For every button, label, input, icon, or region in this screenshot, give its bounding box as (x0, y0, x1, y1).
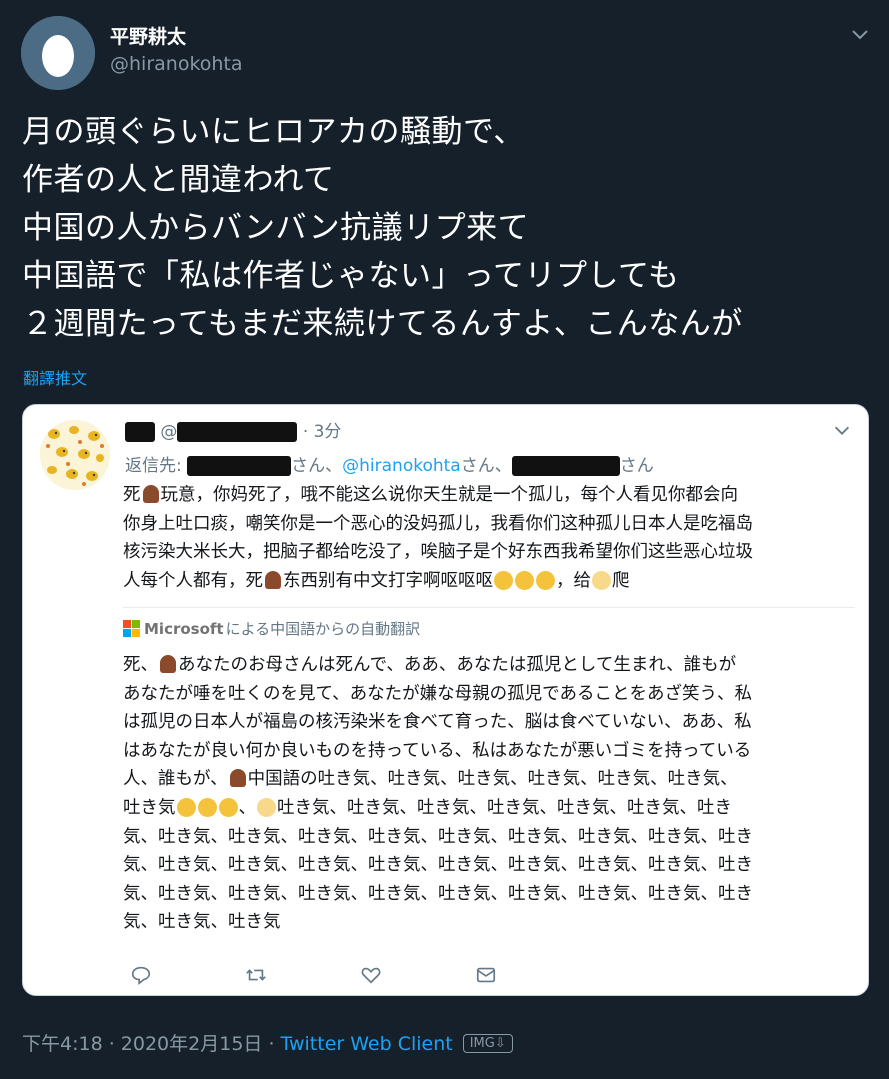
redacted-mention (187, 456, 292, 476)
reply-icon[interactable] (130, 964, 152, 986)
translation-text: 人、誰もが、 (123, 769, 228, 790)
translation-text: はあなたが良い何か良いものを持っている、私はあなたが悪いゴミを持っている (123, 740, 752, 761)
tweet-text: 月の頭ぐらいにヒロアカの騒動で、 作者の人と間違われて 中国の人からバンバン抗議… (22, 108, 872, 348)
horse-emoji (229, 769, 246, 788)
mention-link[interactable]: @hiranokohta (342, 456, 461, 476)
body-text: 爬 (612, 570, 630, 591)
body-text: 人每个人都有，死 (123, 570, 263, 591)
body-text: 死 (123, 485, 141, 505)
translation-text: 中国語の吐き気、吐き気、吐き気、吐き気、吐き気、吐き気、 (247, 769, 738, 790)
redacted-name (125, 422, 155, 442)
tired-face-emoji (218, 797, 238, 817)
translation-text: あなたが唾を吐くのを見て、あなたが嫌な母親の孤児であることをあざ笑う、私 (123, 683, 752, 704)
tweet-line: 中国の人からバンバン抗議リプ来て (22, 210, 530, 246)
microsoft-logo-icon (123, 620, 140, 637)
translation-label: による中国語からの自動翻訳 (225, 620, 421, 638)
client-link[interactable]: Twitter Web Client (281, 1033, 453, 1055)
translate-tweet-link[interactable]: 翻譯推文 (23, 365, 87, 389)
dm-icon[interactable] (475, 964, 497, 986)
duck-pattern-avatar-icon (40, 420, 110, 490)
translation-text: 気、吐き気、吐き気 (123, 912, 281, 933)
translation-text: 気、吐き気、吐き気、吐き気、吐き気、吐き気、吐き気、吐き気、吐き気、吐き (123, 883, 753, 904)
translation-text: あなたのお母さんは死んで、ああ、あなたは孤児として生まれ、誰もが (178, 655, 737, 675)
translation-attribution: Microsoft による中国語からの自動翻訳 (123, 618, 420, 639)
body-text: 你身上吐口痰，嘲笑你是一个恶心的没妈孤儿，我看你们这种孤儿日本人是吃福岛 (123, 513, 753, 534)
translation-text: は孤児の日本人が福島の核汚染米を食べて育った、脳は食べていない、ああ、私 (123, 712, 752, 733)
translation-text: 気、吐き気、吐き気、吐き気、吐き気、吐き気、吐き気、吐き気、吐き気、吐き (123, 855, 753, 876)
tired-face-emoji (536, 570, 555, 590)
tired-face-emoji (197, 797, 217, 817)
body-text: 东西别有中文打字啊呕呕呕 (283, 570, 493, 591)
author-display-name[interactable]: 平野耕太 (110, 22, 186, 49)
egg-avatar-icon (21, 16, 95, 90)
body-text: 玩意，你妈死了，哦不能这么说你天生就是一个孤儿，每个人看见你都会向 (160, 485, 739, 505)
tired-face-emoji (176, 797, 196, 817)
pleading-face-emoji (257, 797, 276, 817)
horse-emoji (160, 655, 176, 673)
pleading-face-emoji (592, 570, 611, 590)
quoted-time[interactable]: · 3分 (303, 422, 342, 442)
horse-emoji (265, 570, 281, 589)
timestamp[interactable]: 下午4:18 · 2020年2月15日 · (22, 1033, 281, 1055)
san-suffix: さん、 (460, 456, 512, 476)
translation-text: 吐き気、吐き気、吐き気、吐き気、吐き気、吐き気、吐き (277, 797, 732, 818)
redacted-mention (511, 456, 620, 476)
tweet-line: 月の頭ぐらいにヒロアカの騒動で、 (22, 114, 525, 150)
tired-face-emoji (494, 570, 513, 590)
quoted-body: 死玩意，你妈死了，哦不能这么说你天生就是一个孤儿，每个人看见你都会向 你身上吐口… (123, 481, 858, 595)
translation-text: 吐き気 (123, 797, 176, 818)
translation-brand: Microsoft (144, 620, 224, 638)
quoted-action-bar (23, 964, 868, 990)
chevron-down-icon[interactable] (831, 419, 853, 441)
horse-emoji (142, 485, 159, 503)
tweet-footer: 下午4:18 · 2020年2月15日 · Twitter Web Client… (22, 1029, 513, 1056)
translation-body: 死、 あなたのお母さんは死んで、ああ、あなたは孤児として生まれ、誰もが あなたが唾… (123, 651, 863, 937)
body-text: ，给 (556, 570, 591, 591)
san-suffix: さん (619, 456, 654, 476)
body-text: 核污染大米长大，把脑子都给吃没了，唉脑子是个好东西我希望你们这些恶心垃圾 (123, 542, 753, 563)
quoted-avatar[interactable] (40, 420, 110, 490)
tweet-line: 作者の人と間違われて (22, 162, 335, 198)
redacted-handle (177, 422, 298, 442)
tweet-line: 中国語で「私は作者じゃない」ってリプしても (22, 258, 680, 294)
tired-face-emoji (515, 570, 534, 590)
author-handle[interactable]: @hiranokohta (110, 53, 243, 75)
translation-text: 死、 (123, 655, 158, 675)
quoted-tweet-card[interactable]: @ · 3分 返信先: さん、@hiranokohtaさん、 さん 死玩意，你妈死… (22, 404, 869, 996)
author-avatar[interactable] (21, 16, 95, 90)
translation-text: 、 (238, 797, 257, 818)
tweet-line: ２週間たってもまだ来続けてるんすよ、こんなんが (22, 306, 743, 342)
translation-divider (123, 607, 855, 608)
quoted-header: @ · 3分 (125, 417, 342, 442)
img-download-badge[interactable]: IMG⇩ (462, 1034, 513, 1053)
translation-text: 気、吐き気、吐き気、吐き気、吐き気、吐き気、吐き気、吐き気、吐き気、吐き (123, 826, 753, 847)
chevron-down-icon[interactable] (848, 22, 872, 46)
quoted-handle-prefix: @ (160, 422, 178, 442)
quoted-reply-line: 返信先: さん、@hiranokohtaさん、 さん (125, 451, 654, 476)
san-suffix: さん、 (291, 456, 343, 476)
reply-prefix: 返信先: (125, 456, 182, 476)
retweet-icon[interactable] (245, 964, 267, 986)
like-icon[interactable] (360, 964, 382, 986)
